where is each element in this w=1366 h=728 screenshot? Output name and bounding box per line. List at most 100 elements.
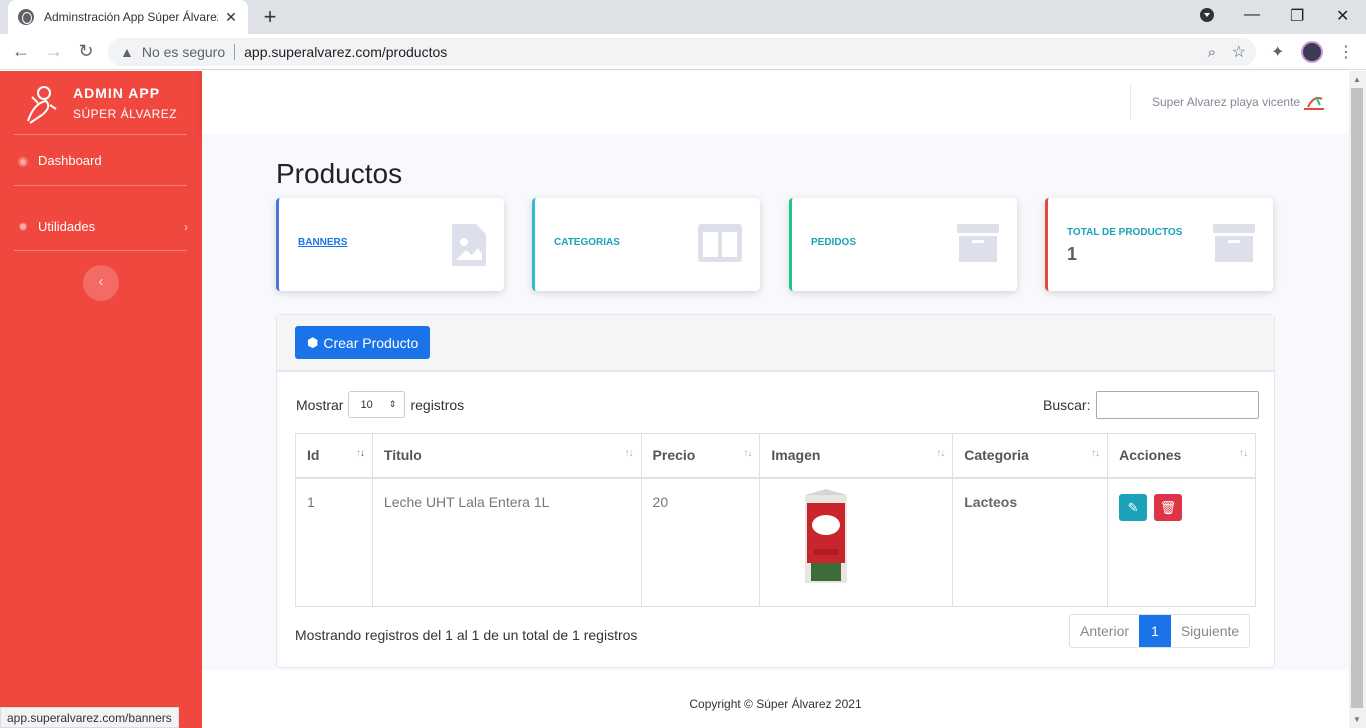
image-icon	[452, 224, 486, 266]
table-row: 1 Leche UHT Lala Entera 1L 20 Lacteos ✎	[295, 477, 1256, 607]
brand-subtitle: SÚPER ÁLVAREZ	[73, 107, 178, 121]
archive-icon	[1213, 224, 1255, 262]
sort-icon: ↑↓	[1091, 448, 1100, 459]
gear-icon: ✹	[17, 219, 29, 234]
sidebar-item-label: Dashboard	[38, 153, 102, 168]
products-panel: ⬢ Crear Producto Mostrar 10 ⇕ registros …	[276, 314, 1275, 668]
page-scrollbar[interactable]: ▲ ▼	[1349, 71, 1366, 728]
bookmark-star-icon[interactable]: ☆	[1232, 42, 1246, 62]
column-header-titulo[interactable]: Titulo ↑↓	[371, 433, 642, 479]
column-header-acciones[interactable]: Acciones ↑↓	[1107, 433, 1256, 479]
edit-button[interactable]: ✎	[1119, 493, 1148, 521]
pagination-previous[interactable]: Anterior	[1070, 615, 1139, 647]
cell-acciones: ✎ 🗑	[1107, 477, 1256, 607]
search-input[interactable]	[1096, 391, 1260, 419]
warning-icon: ▲	[120, 44, 134, 60]
column-label: Acciones	[1119, 447, 1182, 464]
cell-imagen	[759, 477, 954, 607]
pagination-next[interactable]: Siguiente	[1171, 615, 1249, 647]
reload-icon[interactable]: ↻	[75, 41, 97, 62]
status-bar-url: app.superalvarez.com/banners	[0, 707, 179, 728]
card-banners-link[interactable]: BANNERS	[298, 237, 347, 248]
extensions-icon[interactable]: ✦	[1271, 42, 1284, 62]
edit-icon: ✎	[1127, 499, 1139, 515]
minimize-button[interactable]: —	[1244, 6, 1260, 24]
column-label: Imagen	[771, 447, 821, 464]
card-total-label: TOTAL DE PRODUCTOS	[1067, 227, 1183, 238]
new-tab-button[interactable]: +	[260, 4, 280, 30]
sidebar: ADMIN APP SÚPER ÁLVAREZ ◉ Dashboard ✹ Ut…	[0, 71, 202, 728]
columns-icon	[698, 224, 742, 262]
scroll-down-icon[interactable]: ▼	[1353, 715, 1361, 724]
address-bar-row: ← → ↻ ▲ No es seguro app.superalvarez.co…	[0, 34, 1366, 70]
length-suffix: registros	[410, 396, 465, 413]
card-total-productos[interactable]: TOTAL DE PRODUCTOS 1	[1045, 198, 1273, 291]
forward-icon[interactable]: →	[43, 41, 65, 62]
pagination-page-current[interactable]: 1	[1139, 615, 1171, 647]
copyright-text: Copyright © Súper Álvarez 2021	[689, 697, 862, 711]
sidebar-divider	[14, 250, 187, 251]
scroll-up-icon[interactable]: ▲	[1353, 75, 1361, 84]
card-pedidos[interactable]: PEDIDOS	[789, 198, 1017, 291]
sidebar-brand[interactable]: ADMIN APP SÚPER ÁLVAREZ	[0, 71, 202, 135]
column-header-categoria[interactable]: Categoria ↑↓	[952, 433, 1109, 479]
cell-id: 1	[295, 477, 373, 607]
chevron-right-icon: ›	[184, 219, 188, 234]
omnibox-divider	[234, 44, 236, 60]
table-header-row: Id ↑↓ Titulo ↑↓ Precio ↑↓ Imagen ↑↓ Categori…	[295, 433, 1256, 479]
column-header-imagen[interactable]: Imagen ↑↓	[759, 433, 954, 479]
brand-title: ADMIN APP	[73, 85, 161, 101]
column-label: Id	[307, 447, 320, 464]
column-label: Precio	[652, 447, 696, 464]
close-window-button[interactable]: ✕	[1336, 6, 1349, 26]
products-table: Id ↑↓ Titulo ↑↓ Precio ↑↓ Imagen ↑↓ Categori…	[295, 433, 1256, 607]
length-prefix: Mostrar	[296, 396, 344, 413]
card-categorias-label: CATEGORIAS	[554, 237, 620, 248]
column-label: Categoria	[964, 447, 1029, 464]
delete-button[interactable]: 🗑	[1153, 493, 1182, 521]
card-pedidos-label: PEDIDOS	[811, 237, 857, 248]
tab-close-icon[interactable]: ✕	[224, 9, 238, 26]
card-total-value: 1	[1067, 244, 1078, 264]
topbar-divider	[1130, 85, 1131, 119]
user-name[interactable]: Super Alvarez playa vicente	[1152, 95, 1300, 109]
length-select[interactable]: 10 ⇕	[348, 391, 406, 418]
scrollbar-thumb[interactable]	[1351, 88, 1363, 708]
profile-avatar[interactable]	[1301, 41, 1323, 63]
browser-tab-strip: Adminstración App Súper Álvarez ✕ + — ❐ …	[0, 0, 1366, 34]
maximize-button[interactable]: ❐	[1290, 6, 1304, 26]
browser-menu-icon[interactable]: ⋮	[1338, 42, 1354, 62]
sidebar-divider	[14, 134, 187, 135]
back-icon[interactable]: ←	[10, 41, 32, 62]
search-label: Buscar:	[1043, 397, 1091, 413]
page-title: Productos	[276, 158, 403, 189]
insecure-label: No es seguro	[141, 44, 226, 60]
browser-tab[interactable]: Adminstración App Súper Álvarez ✕	[8, 0, 248, 34]
panel-header: ⬢ Crear Producto	[277, 315, 1274, 372]
profile-menu-icon[interactable]	[1200, 8, 1214, 27]
sort-icon: ↑↓	[624, 448, 634, 459]
zoom-icon[interactable]: ⌕	[1208, 44, 1216, 61]
brand-logo-icon	[27, 86, 57, 124]
cell-titulo: Leche UHT Lala Entera 1L	[371, 477, 642, 607]
card-categorias[interactable]: CATEGORIAS	[532, 198, 760, 291]
cell-precio: 20	[640, 477, 761, 607]
topbar: Super Alvarez playa vicente	[202, 71, 1349, 134]
sidebar-toggle-button[interactable]: ‹	[83, 265, 119, 301]
create-product-button[interactable]: ⬢ Crear Producto	[295, 326, 431, 359]
omnibox[interactable]: ▲ No es seguro app.superalvarez.com/prod…	[108, 38, 1256, 66]
sort-icon: ↑↓	[743, 448, 752, 459]
column-label: Titulo	[383, 447, 422, 464]
length-value: 10	[360, 398, 373, 411]
column-header-precio[interactable]: Precio ↑↓	[640, 433, 761, 479]
product-image	[805, 488, 848, 583]
table-info: Mostrando registros del 1 al 1 de un tot…	[295, 627, 638, 643]
globe-icon	[18, 9, 34, 25]
sidebar-item-utilidades[interactable]: ✹ Utilidades ›	[16, 219, 188, 234]
user-avatar[interactable]	[1302, 91, 1326, 111]
column-header-id[interactable]: Id ↑↓	[295, 433, 373, 479]
card-banners[interactable]: BANNERS	[276, 198, 504, 291]
sidebar-item-dashboard[interactable]: ◉ Dashboard	[16, 153, 188, 168]
url-text[interactable]: app.superalvarez.com/productos	[244, 44, 447, 60]
sort-icon: ↑↓	[936, 448, 945, 459]
